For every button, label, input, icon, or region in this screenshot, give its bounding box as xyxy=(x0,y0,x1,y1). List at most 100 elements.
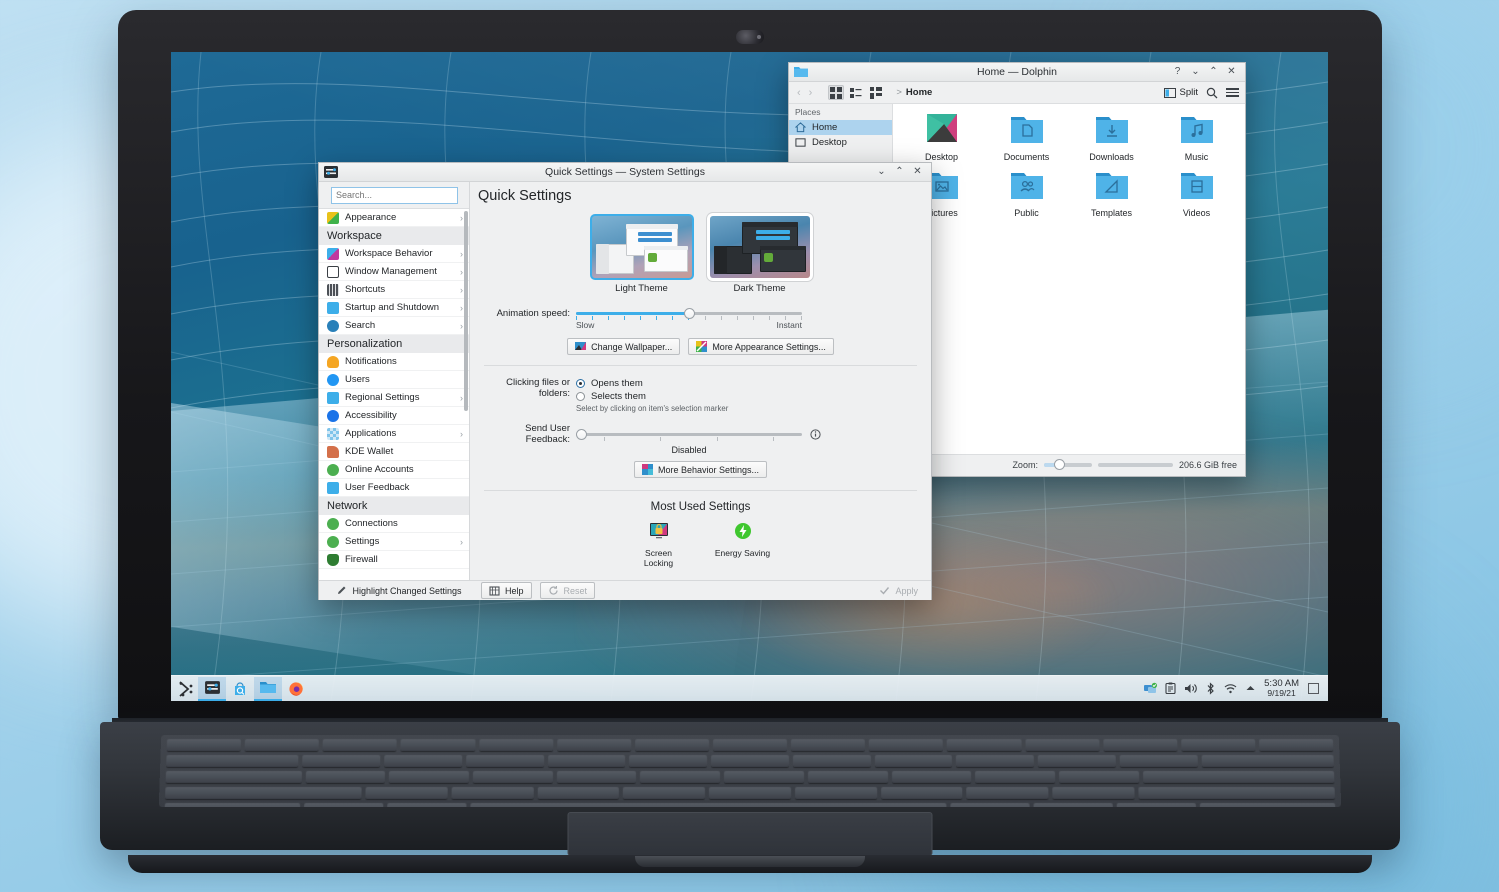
maximize-button[interactable]: ⌃ xyxy=(894,167,905,178)
task-system-settings[interactable] xyxy=(198,676,226,701)
task-discover[interactable] xyxy=(226,677,254,701)
sidebar-search-row[interactable] xyxy=(319,182,469,209)
clock[interactable]: 5:30 AM 9/19/21 xyxy=(1264,679,1299,698)
dolphin-toolbar[interactable]: ‹ › > Home Split xyxy=(789,82,1245,104)
sidebar-item-shortcuts[interactable]: Shortcuts › xyxy=(319,281,469,299)
theme-option-dark[interactable]: Dark Theme xyxy=(709,216,810,294)
volume-icon[interactable] xyxy=(1184,682,1197,695)
clicking-files-row[interactable]: Clicking files or folders: Opens them Se… xyxy=(480,376,921,413)
system-settings-sidebar[interactable]: Appearance›WorkspaceWorkspace Behavior›W… xyxy=(319,182,470,580)
most-used-settings[interactable]: Screen Locking Energy Saving xyxy=(480,521,921,569)
clipboard-icon[interactable] xyxy=(1164,682,1177,695)
close-button[interactable]: ✕ xyxy=(1226,67,1237,78)
zoom-slider[interactable] xyxy=(1043,458,1092,470)
change-wallpaper-button[interactable]: Change Wallpaper... xyxy=(567,338,681,355)
view-compact-icon[interactable] xyxy=(848,85,864,100)
settings-category-list[interactable]: Appearance › Workspace Workspace Behavior › W… xyxy=(319,209,469,580)
dark-theme-thumbnail[interactable] xyxy=(709,216,810,278)
view-icons-icon[interactable] xyxy=(828,85,845,100)
system-settings-window-controls[interactable]: ⌄ ⌃ ✕ xyxy=(876,167,931,178)
system-settings-window[interactable]: Quick Settings — System Settings ⌄ ⌃ ✕ S… xyxy=(318,162,932,600)
user-feedback-row[interactable]: Send User Feedback: xyxy=(480,423,921,445)
sidebar-item-notifications[interactable]: Notifications xyxy=(319,353,469,371)
file-item[interactable]: Public xyxy=(984,168,1069,218)
file-item[interactable]: Documents xyxy=(984,112,1069,162)
sidebar-item-connections[interactable]: Connections xyxy=(319,515,469,533)
sidebar-item-applications[interactable]: Applications › xyxy=(319,425,469,443)
sidebar-scrollbar[interactable] xyxy=(464,211,468,411)
system-settings-footer[interactable]: Highlight Changed Settings Help Reset Ap… xyxy=(319,580,931,600)
forward-icon[interactable]: › xyxy=(807,87,815,99)
bluetooth-icon[interactable] xyxy=(1204,682,1217,695)
sidebar-item-kde-wallet[interactable]: KDE Wallet xyxy=(319,443,469,461)
file-item[interactable]: Desktop xyxy=(899,112,984,162)
task-firefox[interactable] xyxy=(282,677,310,701)
place-item-home[interactable]: Home xyxy=(789,120,892,135)
dolphin-toolbar-right[interactable]: Split xyxy=(1163,87,1239,99)
network-icon[interactable] xyxy=(1144,682,1158,695)
sidebar-item-users[interactable]: Users xyxy=(319,371,469,389)
appearance-button-row[interactable]: Change Wallpaper... More Appearance Sett… xyxy=(480,338,921,355)
more-appearance-settings-button[interactable]: More Appearance Settings... xyxy=(688,338,834,355)
minimize-button[interactable]: ⌄ xyxy=(1190,67,1201,78)
close-button[interactable]: ✕ xyxy=(912,167,923,178)
show-desktop-button[interactable] xyxy=(1308,682,1319,694)
radio-opens-them[interactable]: Opens them xyxy=(576,378,728,389)
sidebar-item-regional-settings[interactable]: Regional Settings › xyxy=(319,389,469,407)
sidebar-item-label: Search xyxy=(345,320,376,331)
theme-option-light[interactable]: Light Theme xyxy=(589,214,694,294)
hamburger-menu-icon[interactable] xyxy=(1226,88,1239,97)
sidebar-item-accessibility[interactable]: Accessibility xyxy=(319,407,469,425)
file-item[interactable]: Music xyxy=(1154,112,1239,162)
sidebar-item-firewall[interactable]: Firewall xyxy=(319,551,469,569)
most-used-screen-locking[interactable]: Screen Locking xyxy=(630,521,688,569)
search-input[interactable] xyxy=(331,186,458,204)
user-feedback-slider[interactable] xyxy=(576,427,802,441)
light-theme-thumbnail[interactable] xyxy=(589,214,694,280)
more-behavior-settings-button[interactable]: More Behavior Settings... xyxy=(633,461,768,478)
user-feedback-handle[interactable] xyxy=(576,429,587,440)
file-grid[interactable]: Desktop Documents Downloads Music Pictur… xyxy=(893,104,1245,454)
sidebar-item-user-feedback[interactable]: User Feedback xyxy=(319,479,469,497)
sidebar-item-startup-and-shutdown[interactable]: Startup and Shutdown › xyxy=(319,299,469,317)
system-tray[interactable]: 5:30 AM 9/19/21 xyxy=(1144,679,1325,698)
sidebar-item-settings[interactable]: Settings › xyxy=(319,533,469,551)
file-item[interactable]: Downloads xyxy=(1069,112,1154,162)
view-details-icon[interactable] xyxy=(868,85,884,100)
theme-chooser[interactable]: Light Theme Dark Theme xyxy=(480,214,921,294)
behavior-button-row[interactable]: More Behavior Settings... xyxy=(480,461,921,478)
sidebar-item-window-management[interactable]: Window Management › xyxy=(319,263,469,281)
dolphin-window-controls[interactable]: ? ⌄ ⌃ ✕ xyxy=(1172,67,1245,78)
system-settings-titlebar[interactable]: Quick Settings — System Settings ⌄ ⌃ ✕ xyxy=(319,163,931,182)
show-hidden-icon[interactable] xyxy=(1244,682,1257,695)
file-item[interactable]: Videos xyxy=(1154,168,1239,218)
breadcrumb-path[interactable]: Home xyxy=(906,87,932,98)
split-view-button[interactable]: Split xyxy=(1163,87,1198,99)
task-dolphin[interactable] xyxy=(254,676,282,701)
breadcrumb[interactable]: > Home xyxy=(896,87,932,98)
animation-speed-slider[interactable] xyxy=(576,306,802,320)
highlight-changed-settings-button[interactable]: Highlight Changed Settings xyxy=(325,582,473,599)
help-button[interactable]: ? xyxy=(1172,67,1183,78)
minimize-button[interactable]: ⌄ xyxy=(876,167,887,178)
most-used-energy-saving[interactable]: Energy Saving xyxy=(714,521,772,569)
animation-speed-row[interactable]: Animation speed: xyxy=(480,306,921,320)
search-icon[interactable] xyxy=(1206,87,1218,99)
sidebar-item-appearance[interactable]: Appearance › xyxy=(319,209,469,227)
help-button[interactable]: Help xyxy=(481,582,532,599)
dolphin-titlebar[interactable]: Home — Dolphin ? ⌄ ⌃ ✕ xyxy=(789,63,1245,82)
sidebar-item-online-accounts[interactable]: Online Accounts xyxy=(319,461,469,479)
radio-selects-them[interactable]: Selects them xyxy=(576,391,728,402)
animation-speed-handle[interactable] xyxy=(684,308,695,319)
zoom-slider-handle[interactable] xyxy=(1053,458,1065,470)
maximize-button[interactable]: ⌃ xyxy=(1208,67,1219,78)
back-icon[interactable]: ‹ xyxy=(795,87,803,99)
sidebar-item-workspace-behavior[interactable]: Workspace Behavior › xyxy=(319,245,469,263)
wifi-icon[interactable] xyxy=(1224,682,1237,695)
sidebar-item-search[interactable]: Search › xyxy=(319,317,469,335)
place-item-desktop[interactable]: Desktop xyxy=(789,135,892,150)
kde-launcher-icon[interactable] xyxy=(174,677,198,701)
file-item[interactable]: Templates xyxy=(1069,168,1154,218)
info-icon[interactable] xyxy=(810,428,821,440)
taskbar-panel[interactable]: 5:30 AM 9/19/21 xyxy=(171,675,1328,701)
